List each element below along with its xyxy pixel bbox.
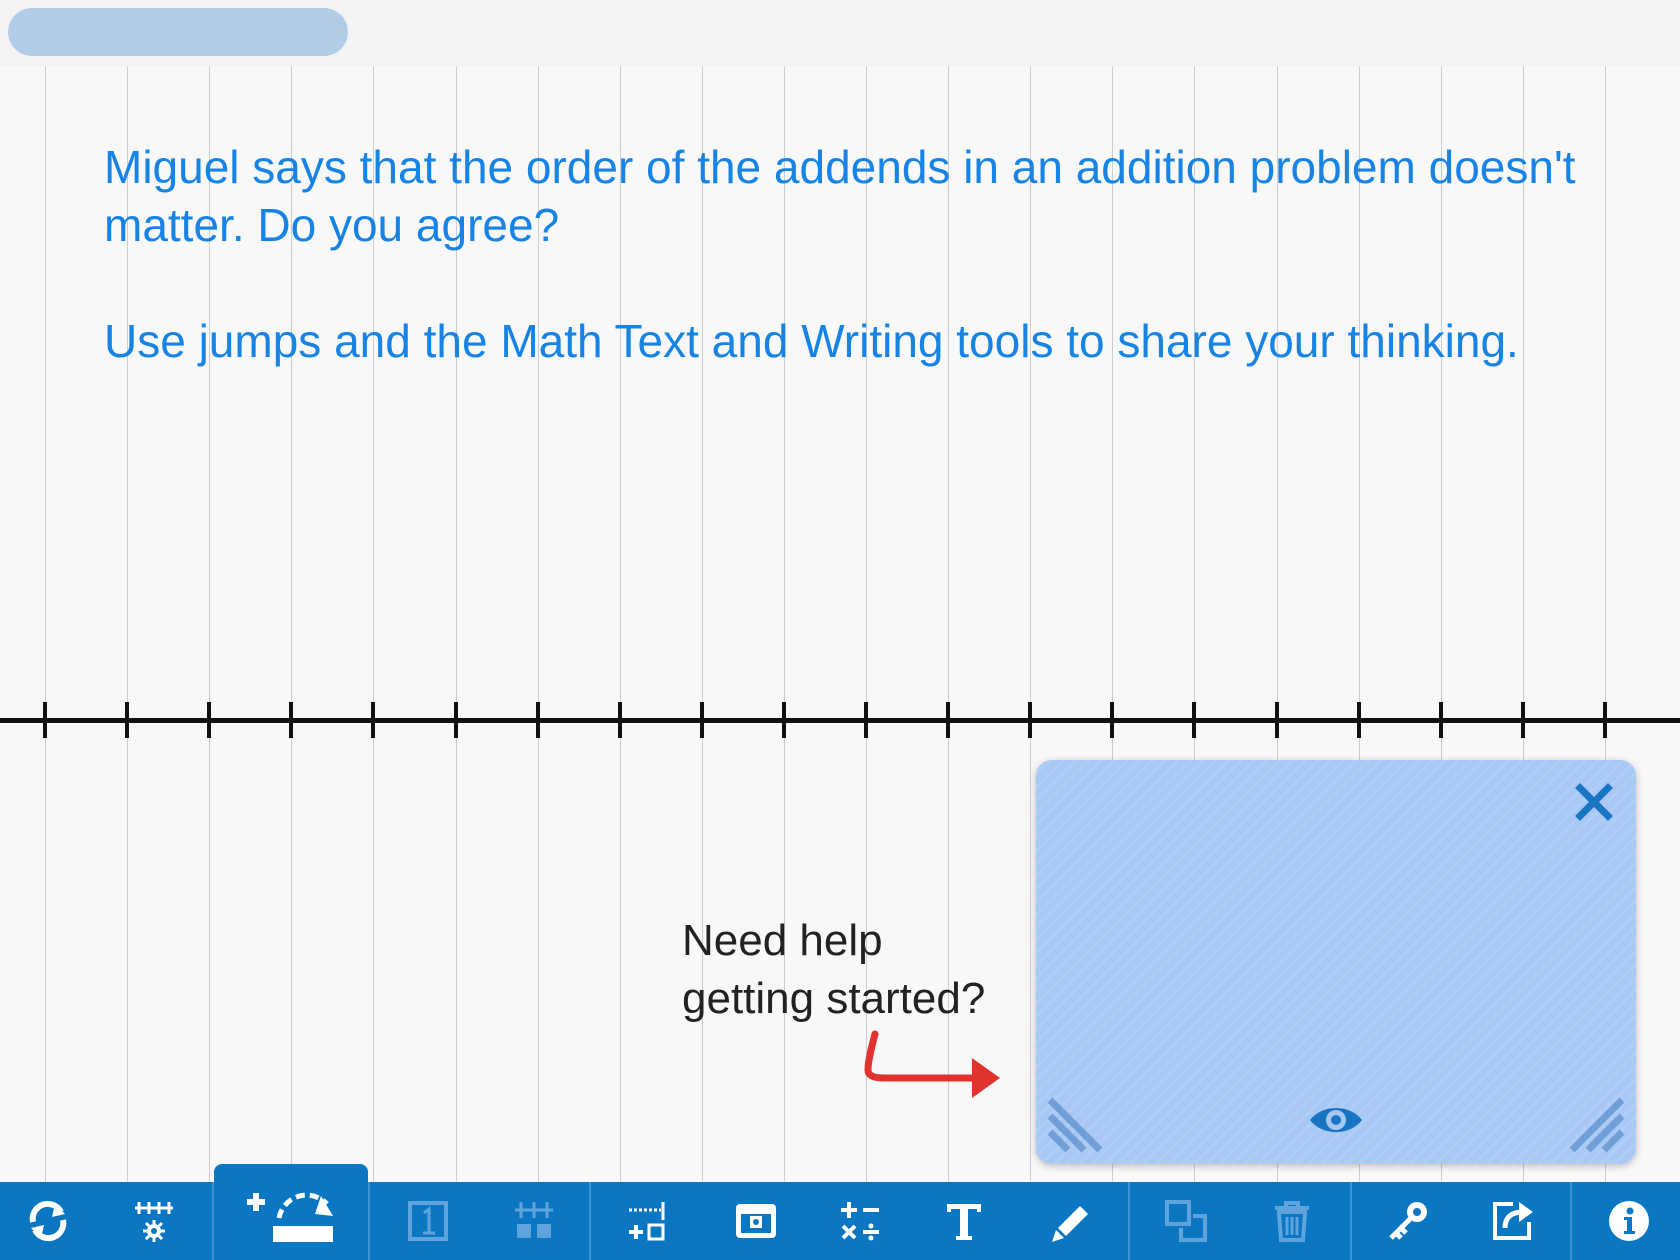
- help-line-1: Need help: [682, 916, 883, 965]
- close-icon[interactable]: [1570, 778, 1618, 826]
- pencil-icon[interactable]: [1016, 1182, 1126, 1260]
- prompt-question: Miguel says that the order of the addend…: [104, 141, 1576, 251]
- number-line-tick[interactable]: [207, 702, 211, 738]
- number-line-tick[interactable]: [43, 702, 47, 738]
- share-icon[interactable]: [1460, 1182, 1564, 1260]
- toolbar-divider: [368, 1182, 370, 1260]
- hide-number-line-icon[interactable]: [482, 1182, 586, 1260]
- number-line-tick[interactable]: [1110, 702, 1114, 738]
- number-line-tick[interactable]: [1603, 702, 1607, 738]
- number-line-tick[interactable]: [1275, 702, 1279, 738]
- resize-handle-left-icon[interactable]: [1046, 1090, 1110, 1154]
- add-tick-icon[interactable]: [596, 1182, 700, 1260]
- prompt-instructions: Use jumps and the Math Text and Writing …: [104, 315, 1519, 367]
- number-line-tick[interactable]: [1192, 702, 1196, 738]
- info-icon[interactable]: [1578, 1182, 1680, 1260]
- number-line-tick[interactable]: [371, 702, 375, 738]
- toolbar-divider: [1128, 1182, 1130, 1260]
- number-line-tick[interactable]: [618, 702, 622, 738]
- number-box-icon[interactable]: [378, 1182, 478, 1260]
- number-line-settings-icon[interactable]: [106, 1182, 202, 1260]
- top-bar: [0, 0, 1680, 66]
- cover-box-icon[interactable]: [704, 1182, 808, 1260]
- number-line-tick[interactable]: [864, 702, 868, 738]
- number-line-axis: [0, 718, 1680, 723]
- math-operators-icon[interactable]: [808, 1182, 912, 1260]
- toolbar-divider: [1350, 1182, 1352, 1260]
- number-line-tick[interactable]: [700, 702, 704, 738]
- number-line-tick[interactable]: [782, 702, 786, 738]
- number-line-tick[interactable]: [1521, 702, 1525, 738]
- help-prompt: Need help getting started?: [682, 912, 985, 1028]
- toolbar-divider: [589, 1182, 591, 1260]
- number-line[interactable]: [0, 700, 1680, 740]
- title-pill[interactable]: [8, 8, 348, 56]
- number-line-tick[interactable]: [1357, 702, 1361, 738]
- key-icon[interactable]: [1356, 1182, 1460, 1260]
- add-jump-icon[interactable]: [214, 1164, 368, 1260]
- number-line-tick[interactable]: [1439, 702, 1443, 738]
- number-line-tick[interactable]: [454, 702, 458, 738]
- task-prompt: Miguel says that the order of the addend…: [104, 138, 1664, 370]
- toolbar-divider: [1570, 1182, 1572, 1260]
- trash-icon[interactable]: [1240, 1182, 1344, 1260]
- number-line-tick[interactable]: [946, 702, 950, 738]
- number-line-tick[interactable]: [536, 702, 540, 738]
- grid-line: [45, 66, 46, 1182]
- help-video-panel: [1036, 760, 1636, 1164]
- number-line-tick[interactable]: [125, 702, 129, 738]
- refresh-icon[interactable]: [0, 1182, 96, 1260]
- number-line-tick[interactable]: [1028, 702, 1032, 738]
- eye-icon[interactable]: [1306, 1100, 1366, 1140]
- help-arrow-icon: [864, 1030, 1000, 1098]
- help-line-2: getting started?: [682, 974, 986, 1023]
- duplicate-icon[interactable]: [1134, 1182, 1238, 1260]
- text-icon[interactable]: [912, 1182, 1016, 1260]
- resize-handle-right-icon[interactable]: [1562, 1090, 1626, 1154]
- number-line-tick[interactable]: [289, 702, 293, 738]
